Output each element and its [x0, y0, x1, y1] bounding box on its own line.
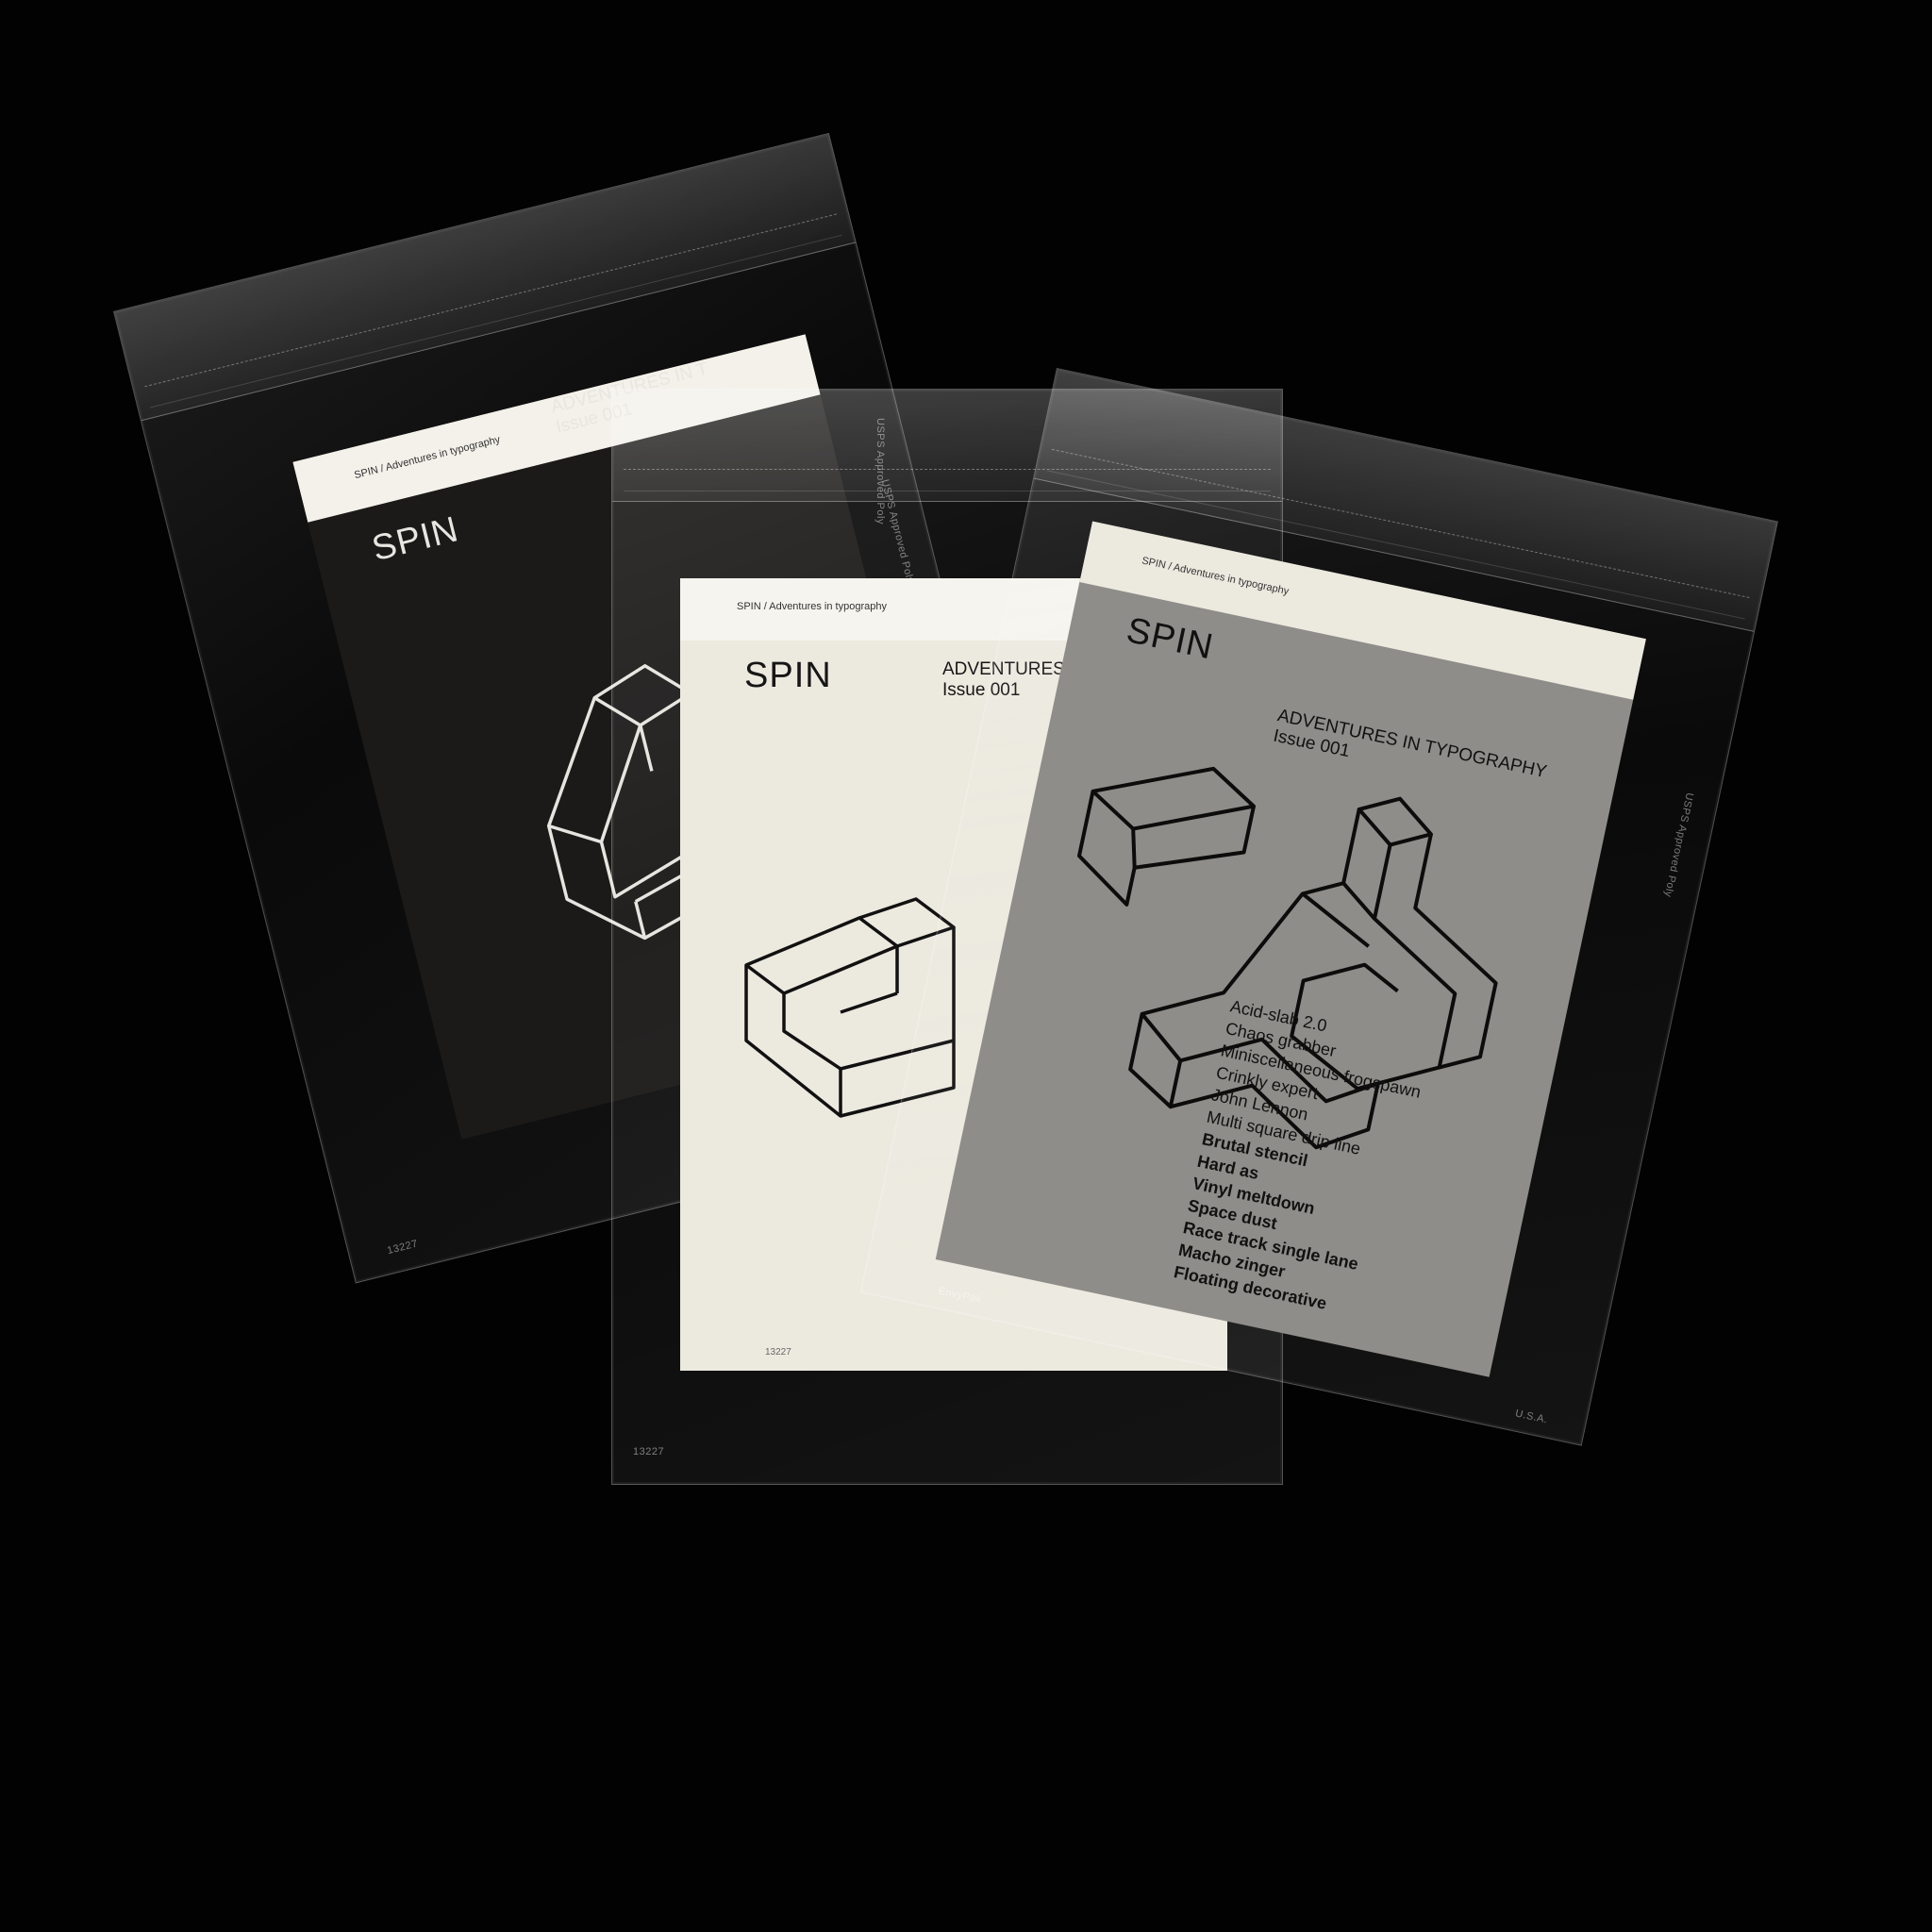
sleeve-vertical-label: USPS Approved Poly: [1661, 791, 1695, 899]
sleeve-maker: EnvyPak: [937, 1285, 983, 1306]
sleeve-code: 13227: [633, 1446, 665, 1457]
photo-backdrop: 13227 USPS Approved Poly SPIN / Adventur…: [0, 0, 1932, 1932]
sleeve-code: 13227: [386, 1238, 420, 1257]
sleeve-vertical-label: USPS Approved Poly: [874, 418, 886, 525]
booklet-title: SPIN: [744, 656, 832, 695]
booklet-grey: SPIN / Adventures in typography SPIN ADV…: [935, 521, 1646, 1377]
band-text: SPIN / Adventures in typography: [737, 601, 887, 612]
booklet-code: 13227: [765, 1347, 791, 1357]
booklet-title: SPIN: [368, 509, 463, 570]
sleeve-origin: U.S.A.: [1514, 1407, 1549, 1426]
booklet-title: SPIN: [1123, 610, 1217, 668]
